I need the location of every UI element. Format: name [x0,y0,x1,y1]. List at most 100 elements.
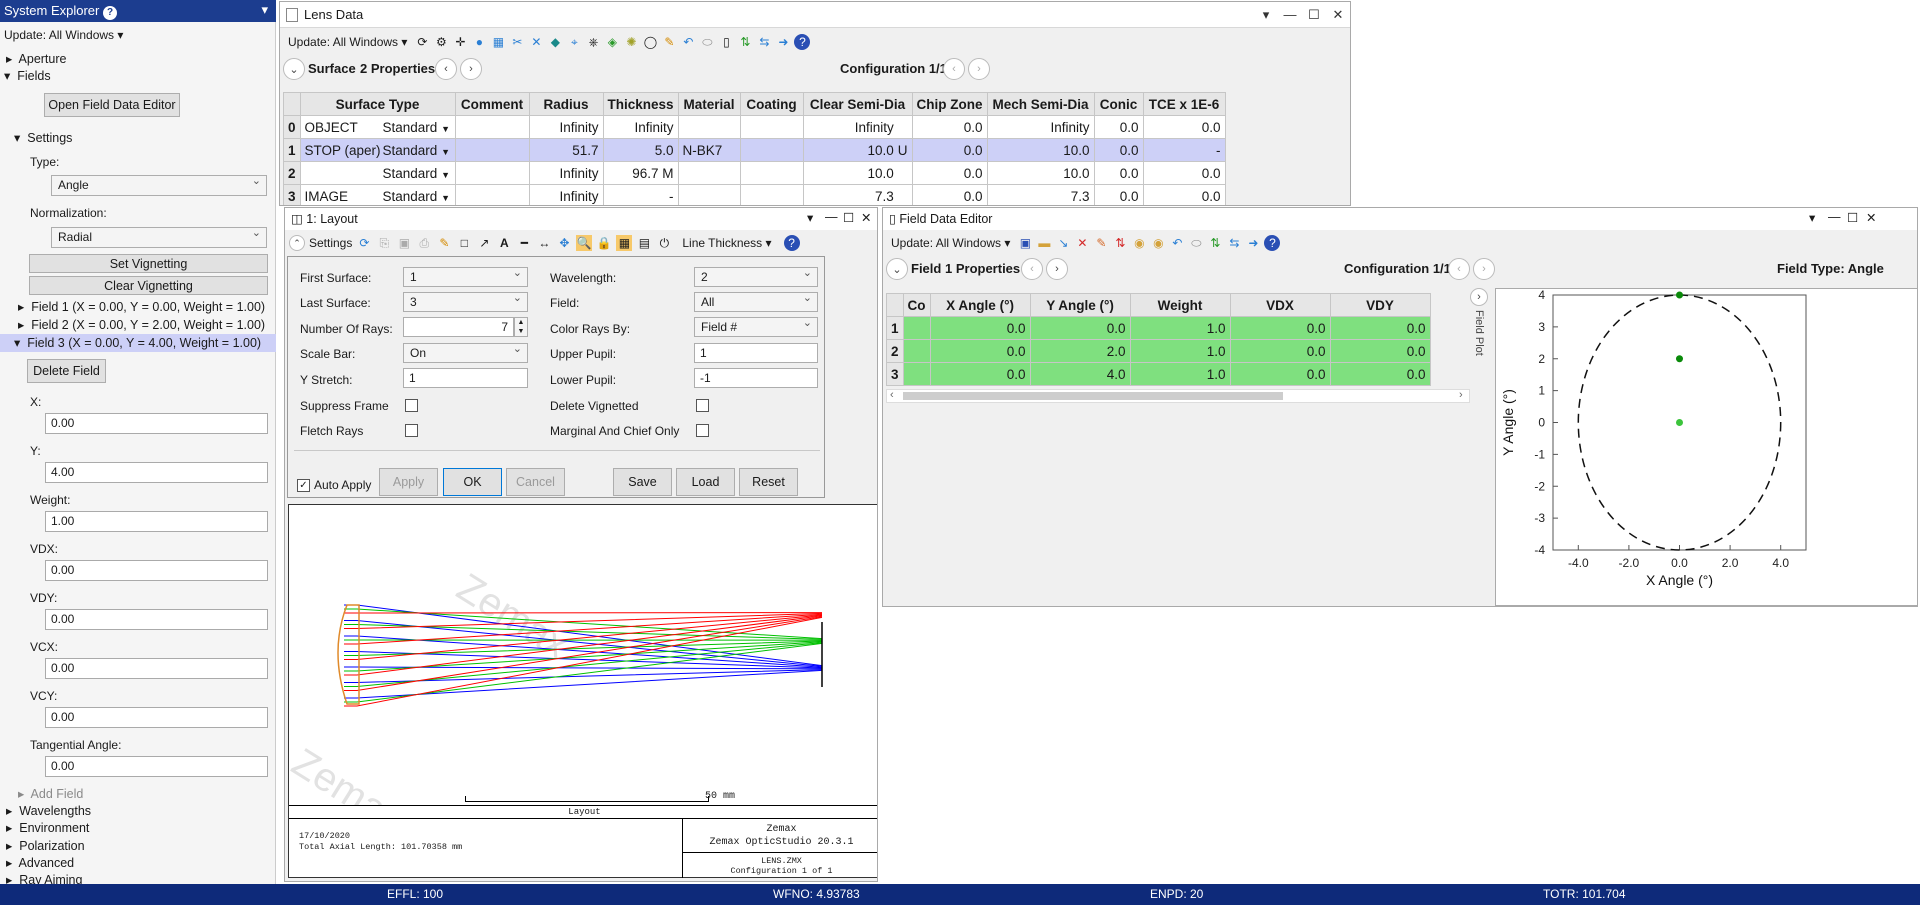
vdx-cell[interactable]: 0.0 [1229,316,1331,340]
table-row[interactable]: 2 Standard ▼ Infinity 96.7 M 10.0 0.0 10… [283,161,1226,185]
comment-cell[interactable] [902,339,931,363]
sort-icon[interactable]: ⇅ [1112,235,1128,251]
close-icon[interactable]: ✕ [1326,7,1350,23]
tree-fields[interactable]: ▾ Fields [4,68,51,83]
scale-bar-select[interactable]: On [403,342,528,363]
radius-cell[interactable]: Infinity [528,115,604,139]
save-button[interactable]: Save [613,468,672,496]
tool6-icon[interactable]: ✺ [623,34,639,50]
color-rays-select[interactable]: Field # [694,316,818,337]
surface-type-cell[interactable]: OBJECT Standard ▼ [299,115,456,139]
text-icon[interactable]: A [496,235,512,251]
y-angle-cell[interactable]: 0.0 [1029,316,1131,340]
tool1-icon[interactable]: ◉ [1131,235,1147,251]
y-angle-cell[interactable]: 4.0 [1029,362,1131,386]
next-config-icon[interactable]: › [968,58,990,80]
prev-field-icon[interactable]: ‹ [1021,258,1043,280]
material-cell[interactable] [677,161,741,185]
maximize-icon[interactable]: ☐ [843,210,854,225]
type-select[interactable]: Angle [51,174,267,196]
wrench-icon[interactable]: ✎ [1093,235,1109,251]
chevron-down-icon[interactable]: ▼ [441,193,450,203]
table-row[interactable]: 1 STOP (aper) Standard ▼ 51.7 5.0 N-BK7 1… [283,138,1226,162]
prop-vdy-input[interactable]: 0.00 [45,609,268,630]
pencil-icon[interactable]: ✎ [661,34,677,50]
zoom-icon[interactable]: 🔍 [576,235,593,251]
vdy-cell[interactable]: 0.0 [1329,316,1431,340]
auto-apply-checkbox[interactable]: ✓ [297,479,310,492]
refresh-icon[interactable]: ⟳ [356,235,372,251]
minimize-icon[interactable]: — [1828,210,1841,224]
tce-cell[interactable]: 0.0 [1142,184,1226,205]
dropdown-icon[interactable]: ▾ [1809,210,1815,225]
table-row[interactable]: 2 0.0 2.0 1.0 0.0 0.0 [886,339,1431,363]
expand-plot-icon[interactable]: › [1470,288,1488,306]
weight-cell[interactable]: 1.0 [1129,362,1231,386]
prop-vcy-input[interactable]: 0.00 [45,707,268,728]
tree-add-field[interactable]: ▸ Add Field [18,786,83,801]
fletch-rays-checkbox[interactable] [405,424,418,437]
settings-icon[interactable]: ⚙ [433,34,449,50]
field-point[interactable] [1676,291,1683,299]
fde-update-dropdown[interactable]: Update: All Windows ▾ [887,236,1014,250]
lens-update-dropdown[interactable]: Update: All Windows ▾ [284,35,411,49]
lower-pupil-input[interactable]: -1 [694,368,818,388]
reset-button[interactable]: Reset [739,468,798,496]
radius-cell[interactable]: 51.7 [528,138,604,162]
table-row[interactable]: 3 0.0 4.0 1.0 0.0 0.0 [886,362,1431,386]
suppress-frame-checkbox[interactable] [405,399,418,412]
chevron-down-icon[interactable]: ▼ [441,170,450,180]
mech-semi-dia-cell[interactable]: 10.0 [986,161,1095,185]
material-cell[interactable] [677,184,741,205]
sys-update-dropdown[interactable]: Update: All Windows ▾ [4,28,123,42]
vdy-cell[interactable]: 0.0 [1329,339,1431,363]
set-vignetting-button[interactable]: Set Vignetting [29,254,268,273]
x-angle-cell[interactable]: 0.0 [929,339,1031,363]
expand-icon[interactable]: ⌄ [283,58,305,80]
tool5-icon[interactable]: ◈ [604,34,620,50]
clear-semi-dia-cell[interactable]: 10.0 [802,161,913,185]
tree-settings[interactable]: ▾ Settings [14,130,72,145]
surface-type-cell[interactable]: STOP (aper) Standard ▼ [299,138,456,162]
thickness-cell[interactable]: - [602,184,679,205]
coating-cell[interactable] [739,138,804,162]
vdy-cell[interactable]: 0.0 [1329,362,1431,386]
tree-field-3[interactable]: ▾ Field 3 (X = 0.00, Y = 4.00, Weight = … [0,334,276,352]
forward-icon[interactable]: ➜ [775,34,791,50]
save-icon[interactable]: ▣ [396,235,412,251]
lens-data-titlebar[interactable]: Lens Data ▾ — ☐ ✕ [280,2,1350,28]
ok-button[interactable]: OK [443,468,502,496]
help-icon[interactable]: ? [103,6,117,20]
apply-button[interactable]: Apply [379,468,438,496]
coating-cell[interactable] [739,115,804,139]
mech-semi-dia-cell[interactable]: 7.3 [986,184,1095,205]
close-icon[interactable]: ✕ [861,210,871,225]
globe-icon[interactable]: ● [471,34,487,50]
conic-cell[interactable]: 0.0 [1093,161,1144,185]
tree-wavelengths[interactable]: ▸ Wavelengths [6,803,91,818]
help-icon[interactable]: ? [794,34,811,50]
lock-icon[interactable]: 🔒 [596,235,612,251]
ring-icon[interactable]: ◯ [642,34,658,50]
pan-icon[interactable]: ✥ [556,235,572,251]
prev-surface-icon[interactable]: ‹ [435,58,457,80]
line-icon[interactable]: ━ [516,235,532,251]
radius-cell[interactable]: Infinity [528,184,604,205]
arrow-icon[interactable]: ↗ [476,235,492,251]
minimize-icon[interactable]: — [825,210,838,224]
comment-cell[interactable] [454,184,530,205]
undo-icon[interactable]: ↶ [1169,235,1185,251]
next-surface-icon[interactable]: › [460,58,482,80]
tree-environment[interactable]: ▸ Environment [6,820,89,835]
tree-polarization[interactable]: ▸ Polarization [6,838,85,853]
thickness-cell[interactable]: 5.0 [602,138,679,162]
comment-cell[interactable] [902,362,931,386]
chip-zone-cell[interactable]: 0.0 [911,138,988,162]
toggle-icon[interactable]: ⬭ [699,34,715,50]
chip-zone-cell[interactable]: 0.0 [911,115,988,139]
minimize-icon[interactable]: — [1278,7,1302,22]
y-angle-cell[interactable]: 2.0 [1029,339,1131,363]
swap-icon[interactable]: ⇅ [737,34,753,50]
thickness-cell[interactable]: Infinity [602,115,679,139]
rectangle-icon[interactable]: □ [456,235,472,251]
